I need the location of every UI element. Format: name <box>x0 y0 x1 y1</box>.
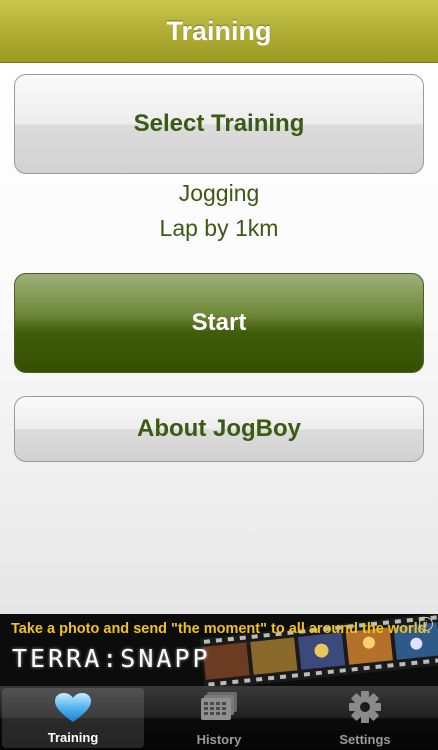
ad-banner[interactable]: Take a photo and send "the moment" to al… <box>0 614 438 686</box>
lap-setting-label: Lap by 1km <box>159 215 279 241</box>
tab-label: Settings <box>339 732 391 747</box>
about-button[interactable]: About JogBoy <box>14 396 424 462</box>
tab-settings[interactable]: Settings <box>292 686 438 750</box>
tab-label: Training <box>47 730 99 745</box>
gear-icon <box>349 691 381 723</box>
tab-history[interactable]: History <box>146 686 292 750</box>
start-button[interactable]: Start <box>14 273 424 373</box>
history-icon <box>201 692 237 720</box>
page-title: Training <box>166 15 272 46</box>
nav-bar: Training <box>0 0 438 63</box>
tab-training[interactable]: Training <box>2 688 144 748</box>
training-type-label: Jogging <box>178 180 260 206</box>
main-content: Select Training Jogging Lap by 1km Start… <box>0 63 438 614</box>
ad-brand-logo: TERRA:SNAPP <box>12 644 211 673</box>
ad-tagline: Take a photo and send "the moment" to al… <box>11 621 431 637</box>
ad-info-icon[interactable]: i <box>419 617 433 631</box>
select-training-button[interactable]: Select Training <box>14 74 424 174</box>
tab-label: History <box>196 732 242 747</box>
tab-bar: Training History Settings <box>0 686 438 750</box>
heart-icon <box>55 693 91 722</box>
